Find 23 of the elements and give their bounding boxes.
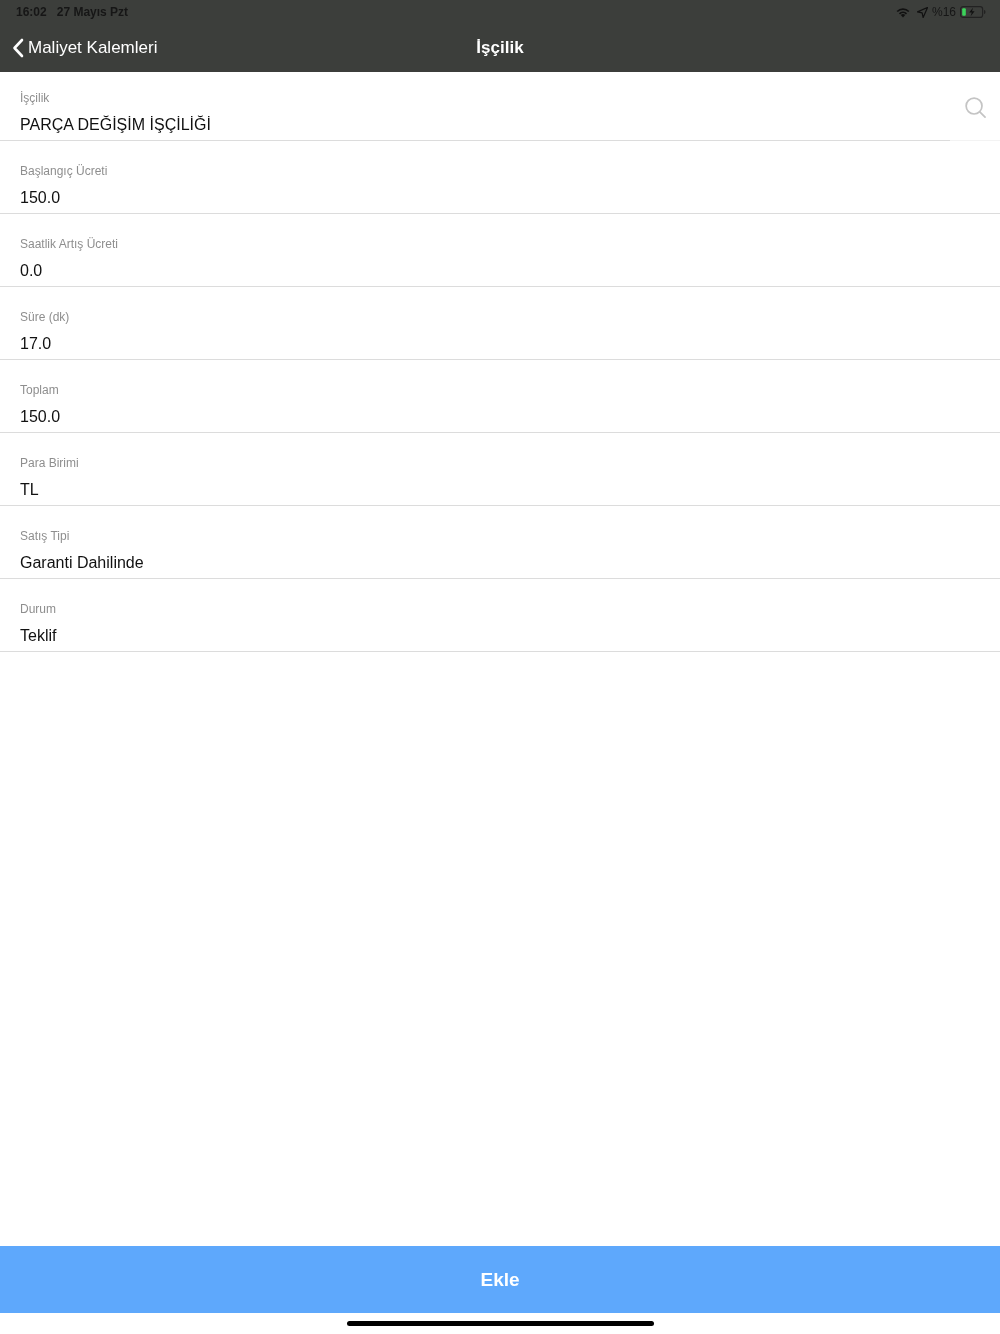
field-label: Süre (dk) (20, 310, 71, 324)
battery-charging-icon (960, 6, 986, 18)
field-label: Başlangıç Ücreti (20, 164, 109, 178)
wifi-icon (894, 6, 911, 18)
text-field[interactable]: Saatlik Artış Ücreti 0.0 (0, 214, 1000, 287)
field-label: Para Birimi (20, 456, 80, 470)
field-label: İşçilik (20, 91, 51, 105)
field-label: Durum (20, 602, 57, 616)
field-label: Satış Tipi (20, 529, 71, 543)
text-field[interactable]: İşçilik PARÇA DEĞİŞİM İŞÇİLİĞİ (0, 72, 950, 141)
field-label: Saatlik Artış Ücreti (20, 237, 120, 251)
field-label: Toplam (20, 383, 60, 397)
chevron-left-icon (12, 38, 24, 58)
location-arrow-icon (916, 6, 928, 18)
search-icon[interactable] (964, 97, 986, 118)
text-field[interactable]: Durum Teklif (0, 579, 1000, 652)
screen-title: İşçilik (476, 38, 524, 58)
text-field[interactable]: Para Birimi TL (0, 433, 1000, 506)
text-field[interactable]: Satış Tipi Garanti Dahilinde (0, 506, 1000, 579)
text-field[interactable]: Süre (dk) 17.0 (0, 287, 1000, 360)
text-field[interactable]: Başlangıç Ücreti 150.0 (0, 141, 1000, 214)
text-field[interactable]: Toplam 150.0 (0, 360, 1000, 433)
back-button[interactable]: Maliyet Kalemleri (12, 38, 158, 58)
